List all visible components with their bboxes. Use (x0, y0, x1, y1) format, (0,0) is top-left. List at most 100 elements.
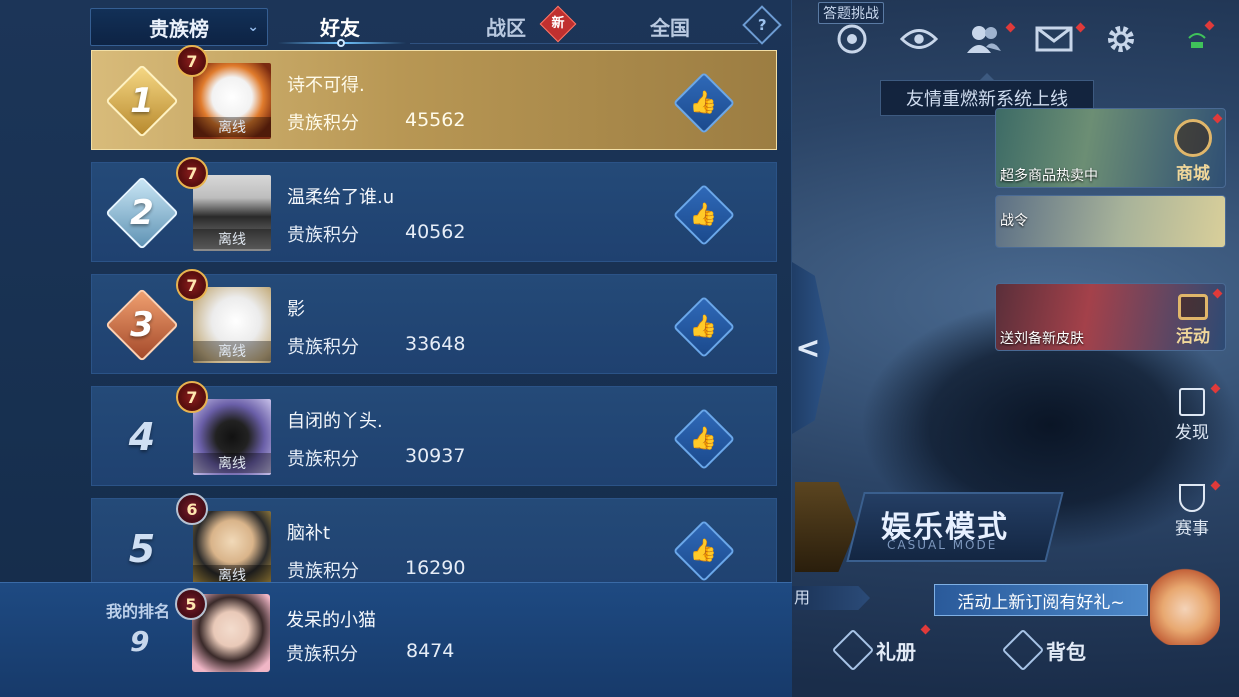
like-button[interactable]: 👍 (672, 71, 736, 135)
eye-icon[interactable] (900, 20, 938, 58)
rank-number: 4 (128, 415, 156, 459)
level-badge: 7 (176, 381, 208, 413)
chevron-left-icon: < (795, 330, 821, 366)
my-rank-number: 9 (130, 625, 150, 658)
avatar[interactable]: 离线 (193, 511, 271, 587)
rank-number: 5 (128, 527, 156, 571)
tournament-label: 赛事 (1175, 519, 1209, 539)
like-button[interactable]: 👍 (672, 519, 736, 583)
thumbs-up-icon: 👍 (690, 202, 718, 228)
gift-book-label: 礼册 (876, 639, 916, 664)
rank-number-plain: 5 (106, 513, 178, 585)
event-button[interactable]: 活动 (1165, 294, 1221, 347)
avatar[interactable]: 离线 (193, 287, 271, 363)
battle-pass-card[interactable]: 战令 (995, 195, 1226, 248)
shop-button[interactable]: 商城 (1165, 119, 1221, 184)
score-value: 40562 (405, 221, 466, 243)
board-selector-label: 贵族榜 (149, 16, 209, 41)
target-icon[interactable] (833, 20, 871, 58)
player-name: 自闭的丫头. (287, 411, 383, 432)
rank-number-plain: 4 (106, 401, 178, 473)
gift-book-button[interactable]: 礼册 (831, 628, 916, 672)
score-label: 贵族积分 (287, 113, 359, 134)
offline-status: 离线 (193, 117, 271, 137)
level-badge: 7 (176, 45, 208, 77)
backpack-icon (1001, 628, 1045, 672)
leaderboard-row-3[interactable]: 3 离线 7 影 贵族积分 33648 👍 (91, 269, 777, 374)
thumbs-up-icon: 👍 (690, 426, 718, 452)
mail-icon[interactable] (1035, 20, 1086, 58)
rank-badge-silver: 2 (105, 176, 179, 250)
score-value: 30937 (405, 445, 466, 467)
leaderboard-tabs: 贵族榜 ⌄ 好友 战区 新 全国 ? (90, 5, 782, 47)
score-label: 贵族积分 (287, 561, 359, 582)
trophy-icon (1179, 484, 1205, 512)
new-badge: 新 (539, 5, 577, 43)
tab-friends[interactable]: 好友 (320, 12, 360, 41)
active-tab-marker (337, 39, 345, 47)
leaderboard-panel: 贵族榜 ⌄ 好友 战区 新 全国 ? 1 离线 7 诗不可得. 贵族积分 455… (0, 0, 792, 697)
offline-status: 离线 (193, 229, 271, 249)
mascot-avatar[interactable] (1150, 565, 1220, 645)
signal-icon (1178, 20, 1216, 58)
score-value: 16290 (405, 557, 466, 579)
new-badge-label: 新 (551, 16, 565, 31)
score-label: 贵族积分 (287, 225, 359, 246)
tab-national[interactable]: 全国 (650, 12, 690, 41)
like-button[interactable]: 👍 (672, 407, 736, 471)
tab-divider (410, 43, 758, 44)
top-icon-bar (800, 0, 1239, 70)
thumbs-up-icon: 👍 (690, 538, 718, 564)
chest-icon (1178, 294, 1208, 320)
my-score-label: 贵族积分 (286, 644, 358, 665)
rank-number: 2 (130, 193, 154, 233)
event-card-text: 送刘备新皮肤 (1000, 331, 1084, 347)
my-player-name: 发呆的小猫 (286, 610, 376, 631)
avatar[interactable]: 离线 (193, 175, 271, 251)
offline-status: 离线 (193, 341, 271, 361)
friends-icon[interactable] (965, 20, 1016, 58)
player-name: 温柔给了谁.u (287, 187, 395, 208)
backpack-button[interactable]: 背包 (1001, 628, 1086, 672)
calendar-icon (1179, 388, 1205, 416)
player-name: 脑补t (287, 523, 331, 544)
battle-pass-text: 战令 (1000, 213, 1028, 229)
backpack-label: 背包 (1046, 639, 1086, 664)
level-badge: 6 (176, 493, 208, 525)
leaderboard-row-2[interactable]: 2 离线 7 温柔给了谁.u 贵族积分 40562 👍 (91, 157, 777, 262)
my-rank-label: 我的排名 (106, 602, 171, 621)
shop-card[interactable]: 超多商品热卖中 商城 (995, 108, 1226, 188)
casual-mode-button[interactable]: 娱乐模式 CASUAL MODE (795, 482, 1064, 572)
help-icon[interactable]: ? (742, 5, 782, 45)
gift-book-icon (831, 628, 875, 672)
promo-banner[interactable]: 活动上新订阅有好礼~ (934, 584, 1148, 616)
rank-number: 1 (130, 81, 154, 121)
leaderboard-row-1[interactable]: 1 离线 7 诗不可得. 贵族积分 45562 👍 (91, 45, 777, 150)
level-badge: 7 (176, 269, 208, 301)
avatar[interactable]: 离线 (193, 63, 271, 139)
score-value: 33648 (405, 333, 466, 355)
like-button[interactable]: 👍 (672, 183, 736, 247)
sub-tab[interactable]: 用 (792, 586, 870, 610)
rank-badge-bronze: 3 (105, 288, 179, 362)
tab-zone[interactable]: 战区 (486, 12, 526, 41)
gear-icon[interactable] (1102, 20, 1140, 58)
my-level-badge: 5 (175, 588, 207, 620)
discover-label: 发现 (1175, 423, 1209, 443)
tournament-button[interactable]: 赛事 (1166, 484, 1218, 539)
like-button[interactable]: 👍 (672, 295, 736, 359)
discover-button[interactable]: 发现 (1166, 388, 1218, 443)
score-value: 45562 (405, 109, 466, 131)
chevron-down-icon: ⌄ (247, 19, 259, 35)
event-card[interactable]: 送刘备新皮肤 活动 (995, 283, 1226, 351)
board-selector[interactable]: 贵族榜 ⌄ (90, 8, 268, 46)
avatar[interactable]: 离线 (193, 399, 271, 475)
score-label: 贵族积分 (287, 449, 359, 470)
leaderboard-row-4[interactable]: 4 离线 7 自闭的丫头. 贵族积分 30937 👍 (91, 381, 777, 486)
event-label: 活动 (1176, 327, 1210, 347)
shop-label: 商城 (1176, 164, 1210, 184)
player-name: 诗不可得. (287, 75, 365, 96)
casual-mode-subtitle: CASUAL MODE (887, 538, 998, 552)
thumbs-up-icon: 👍 (690, 314, 718, 340)
level-badge: 7 (176, 157, 208, 189)
